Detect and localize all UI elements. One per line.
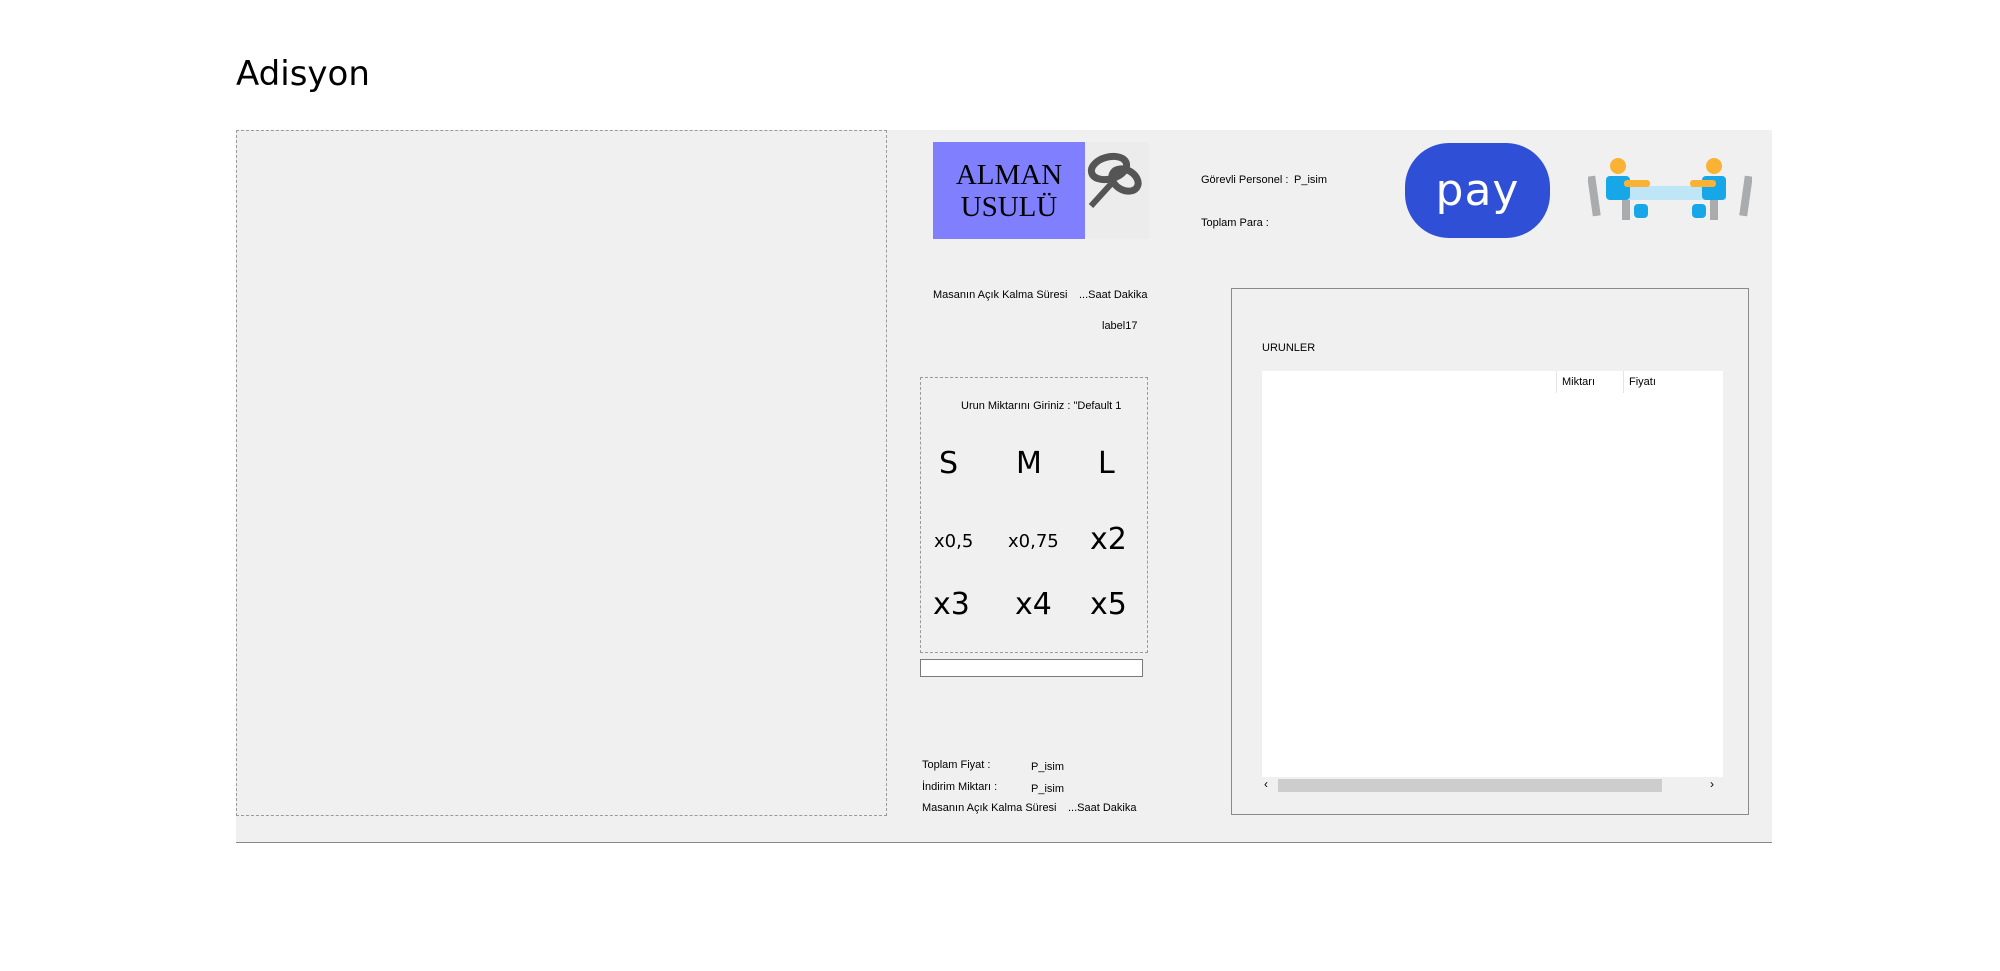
discount-label: İndirim Miktarı : (922, 781, 998, 793)
total-money-label: Toplam Para : (1201, 217, 1269, 229)
logo-line-2: USULÜ (960, 190, 1058, 223)
restaurant-table-icon[interactable] (1588, 158, 1752, 226)
multiplier-x2-button[interactable]: x2 (1090, 522, 1127, 557)
pay-button[interactable]: pay (1405, 143, 1550, 238)
staff-label: Görevli Personel : (1201, 174, 1289, 186)
staff-value: P_isim (1294, 174, 1328, 186)
summary-open-time-label: Masanın Açık Kalma Süresi (922, 802, 1057, 814)
label17: label17 (1102, 320, 1138, 332)
quantity-prompt: Urun Miktarını Giriniz : "Default 1 (961, 400, 1122, 412)
multiplier-x3-button[interactable]: x3 (933, 587, 970, 622)
size-m-button[interactable]: M (1016, 446, 1042, 481)
products-list[interactable] (1262, 371, 1723, 794)
scrollbar-thumb[interactable] (1278, 779, 1662, 792)
products-group-title: URUNLER (1262, 342, 1316, 354)
multiplier-x0-75-button[interactable]: x0,75 (1008, 531, 1059, 552)
chain-link-logo-icon (1087, 152, 1142, 209)
multiplier-x0-5-button[interactable]: x0,5 (934, 531, 973, 552)
discount-value: P_isim (1031, 783, 1065, 795)
page-title: Adisyon (236, 54, 370, 94)
scroll-left-arrow-icon[interactable]: ‹ (1264, 777, 1268, 791)
logo-text: ALMAN USULÜ (933, 142, 1085, 239)
summary-open-time-value: ...Saat Dakika (1068, 802, 1137, 814)
total-price-label: Toplam Fiyat : (922, 759, 991, 771)
total-price-value: P_isim (1031, 761, 1065, 773)
scroll-right-arrow-icon[interactable]: › (1710, 777, 1714, 791)
size-l-button[interactable]: L (1098, 446, 1115, 481)
size-s-button[interactable]: S (939, 446, 958, 481)
multiplier-x5-button[interactable]: x5 (1090, 587, 1127, 622)
column-header-price[interactable]: Fiyatı (1623, 371, 1723, 393)
column-header-quantity[interactable]: Miktarı (1556, 371, 1623, 393)
open-time-label: Masanın Açık Kalma Süresi (933, 289, 1068, 301)
open-time-value: ...Saat Dakika (1079, 289, 1148, 301)
logo-line-1: ALMAN (955, 158, 1063, 191)
quantity-input[interactable] (920, 659, 1143, 677)
tables-panel[interactable] (236, 130, 887, 816)
multiplier-x4-button[interactable]: x4 (1015, 587, 1052, 622)
